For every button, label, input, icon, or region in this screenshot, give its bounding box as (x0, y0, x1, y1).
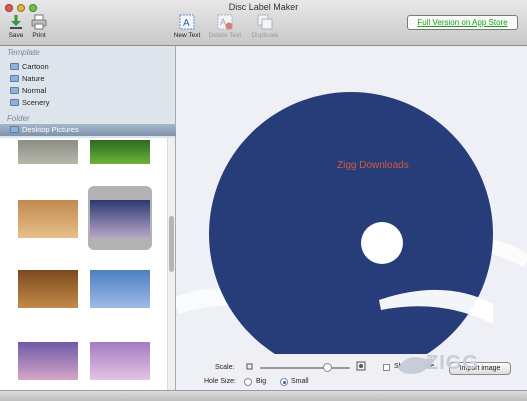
scale-label: Scale: (215, 364, 235, 371)
image-thumbnail-grid (0, 138, 176, 390)
hole-size-label: Hole Size: (204, 378, 236, 385)
disc-canvas[interactable]: Zigg Downloads (176, 46, 527, 354)
save-label: Save (8, 32, 24, 39)
print-label: Print (32, 32, 46, 39)
image-large-icon (356, 361, 366, 371)
print-button[interactable]: Print (29, 14, 49, 39)
duplicate-button[interactable]: Duplicate (247, 14, 283, 39)
thumbnail[interactable] (90, 200, 150, 238)
sidebar-item-label: Normal (22, 86, 47, 95)
new-text-label: New Text (173, 32, 201, 39)
watermark-logo: ZIGG (426, 352, 479, 374)
hole-size-big-radio[interactable] (244, 378, 252, 386)
thumbnail[interactable] (90, 140, 150, 164)
scale-slider-knob[interactable] (323, 363, 332, 372)
hole-size-big-label: Big (256, 378, 267, 385)
thumbnail[interactable] (18, 200, 78, 238)
thumbnail[interactable] (18, 140, 78, 164)
svg-text:A: A (220, 17, 226, 27)
sidebar-item-label: Cartoon (22, 62, 49, 71)
full-version-link[interactable]: Full Version on App Store (407, 15, 518, 30)
window-title: Disc Label Maker (228, 2, 299, 12)
sidebar-item-label: Nature (22, 74, 45, 83)
window-bottom-bar (0, 390, 527, 401)
printer-icon (31, 14, 47, 30)
save-icon (10, 15, 22, 29)
sidebar-item-label: Scenery (22, 98, 50, 107)
hole-size-small-label: Small (291, 378, 309, 385)
delete-text-label: Delete Text (208, 32, 242, 39)
disc-swirl (379, 289, 493, 324)
disc-label[interactable]: Zigg Downloads (209, 92, 493, 354)
duplicate-label: Duplicate (251, 32, 279, 39)
new-text-button[interactable]: A New Text (171, 14, 203, 39)
folder-icon (10, 75, 19, 82)
window-toolbar: Disc Label Maker Save Print A New Text A… (0, 0, 527, 46)
sidebar-item-normal[interactable]: Normal (10, 86, 46, 95)
sidebar-item-scenery[interactable]: Scenery (10, 98, 50, 107)
delete-text-button[interactable]: A Delete Text (206, 14, 244, 39)
svg-text:A: A (183, 18, 190, 29)
delete-text-icon: A (217, 14, 233, 30)
thumbnail[interactable] (18, 270, 78, 308)
sidebar-item-cartoon[interactable]: Cartoon (10, 62, 49, 71)
folder-icon (10, 99, 19, 106)
image-small-icon (246, 363, 253, 370)
folder-icon (10, 126, 19, 133)
save-button[interactable]: Save (6, 14, 26, 39)
sidebar-item-desktop-pictures[interactable]: Desktop Pictures (0, 124, 176, 136)
folder-icon (10, 63, 19, 70)
sidebar-item-row: Desktop Pictures (10, 125, 79, 134)
folder-header: Folder (7, 114, 30, 123)
new-text-icon: A (179, 14, 195, 30)
template-header: Template (7, 48, 40, 57)
folder-icon (10, 87, 19, 94)
scrollbar[interactable] (167, 138, 175, 390)
show-outline-checkbox[interactable] (383, 364, 390, 371)
thumbnail[interactable] (18, 342, 78, 380)
thumbnail[interactable] (90, 342, 150, 380)
sidebar-item-label: Desktop Pictures (22, 125, 79, 134)
duplicate-icon (257, 14, 273, 30)
hole-size-small-radio[interactable] (280, 378, 288, 386)
sidebar-item-nature[interactable]: Nature (10, 74, 45, 83)
scale-slider[interactable] (260, 367, 350, 369)
thumbnail[interactable] (90, 270, 150, 308)
scrollbar-thumb[interactable] (169, 216, 174, 272)
